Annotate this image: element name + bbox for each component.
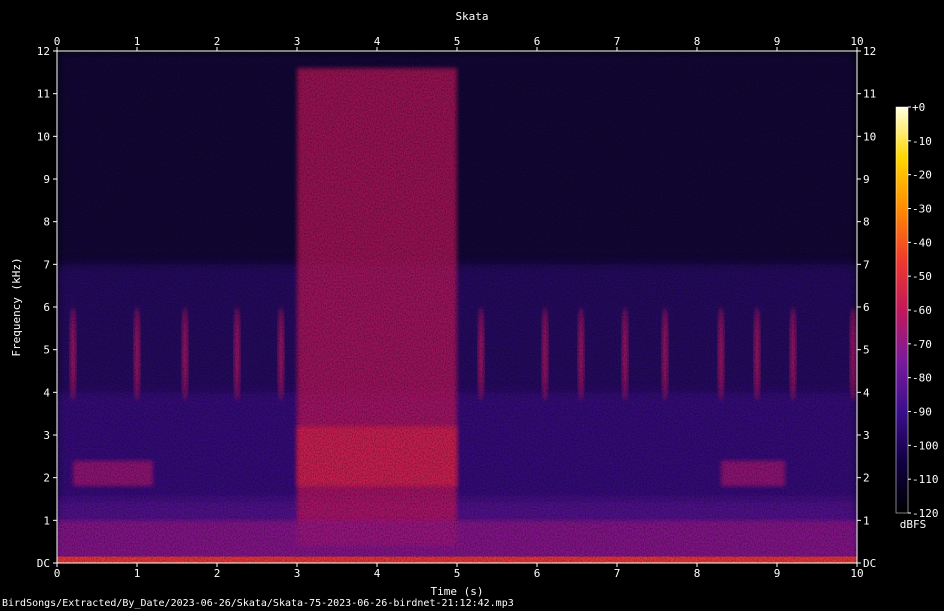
chart-title: Skata <box>455 10 488 23</box>
y-tick-label: DC <box>37 557 50 570</box>
x-tick-label-top: 0 <box>54 35 61 48</box>
x-tick-label-top: 1 <box>134 35 141 48</box>
x-tick-label-top: 5 <box>454 35 461 48</box>
colorbar-tick-label: -100 <box>912 439 939 452</box>
y-tick-label-right: 12 <box>863 45 876 58</box>
colorbar-tick-label: -80 <box>912 372 932 385</box>
colorbar-tick-label: -50 <box>912 270 932 283</box>
x-tick-label-top: 4 <box>374 35 381 48</box>
x-tick-label: 5 <box>454 567 461 580</box>
y-tick-label-right: 7 <box>863 258 870 271</box>
x-tick-label: 4 <box>374 567 381 580</box>
x-tick-label-top: 6 <box>534 35 541 48</box>
y-tick-label-right: 5 <box>863 344 870 357</box>
x-tick-label: 8 <box>694 567 701 580</box>
colorbar-tick-label: -10 <box>912 135 932 148</box>
y-tick-label: 6 <box>43 301 50 314</box>
y-tick-label-right: 2 <box>863 472 870 485</box>
y-tick-label-right: 1 <box>863 514 870 527</box>
spectrogram-figure: Skata 001122334455667788991010 DC DC1 12 23… <box>10 10 939 598</box>
y-tick-label: 4 <box>43 386 50 399</box>
y-tick-label: 7 <box>43 258 50 271</box>
x-tick-label-top: 3 <box>294 35 301 48</box>
colorbar-tick-label: -110 <box>912 473 939 486</box>
y-tick-label: 12 <box>37 45 50 58</box>
colorbar <box>895 106 909 514</box>
x-tick-label-top: 9 <box>774 35 781 48</box>
colorbar-tick-label: -30 <box>912 203 932 216</box>
y-tick-label-right: 9 <box>863 173 870 186</box>
y-tick-label-right: DC <box>863 557 876 570</box>
spectrogram-plot-area <box>57 51 857 563</box>
colorbar-label: dBFS <box>900 518 927 531</box>
y-tick-label: 1 <box>43 514 50 527</box>
noise-texture <box>57 51 857 563</box>
x-tick-label-top: 8 <box>694 35 701 48</box>
source-file-path: BirdSongs/Extracted/By_Date/2023-06-26/S… <box>2 598 514 609</box>
y-tick-label-right: 4 <box>863 386 870 399</box>
y-tick-label-right: 8 <box>863 216 870 229</box>
colorbar-tick-label: +0 <box>912 101 925 114</box>
y-tick-label: 9 <box>43 173 50 186</box>
x-tick-label: 9 <box>774 567 781 580</box>
x-tick-label: 1 <box>134 567 141 580</box>
colorbar-tick-label: -90 <box>912 406 932 419</box>
x-tick-label: 7 <box>614 567 621 580</box>
colorbar-tick-label: -40 <box>912 236 932 249</box>
colorbar-tick-label: -70 <box>912 338 932 351</box>
x-axis-label: Time (s) <box>431 585 484 598</box>
x-tick-label: 3 <box>294 567 301 580</box>
y-tick-label-right: 3 <box>863 429 870 442</box>
colorbar-tick-label: -60 <box>912 304 932 317</box>
y-tick-label-right: 6 <box>863 301 870 314</box>
y-tick-label: 8 <box>43 216 50 229</box>
y-tick-label-right: 11 <box>863 88 876 101</box>
y-tick-label-right: 10 <box>863 130 876 143</box>
y-tick-label: 3 <box>43 429 50 442</box>
x-tick-label-top: 7 <box>614 35 621 48</box>
x-tick-label: 10 <box>850 567 863 580</box>
x-tick-label: 0 <box>54 567 61 580</box>
colorbar-tick-label: -20 <box>912 169 932 182</box>
y-tick-label: 5 <box>43 344 50 357</box>
y-tick-label: 10 <box>37 130 50 143</box>
x-tick-label: 2 <box>214 567 221 580</box>
x-tick-label-top: 10 <box>850 35 863 48</box>
x-tick-label-top: 2 <box>214 35 221 48</box>
y-tick-label: 2 <box>43 472 50 485</box>
x-tick-label: 6 <box>534 567 541 580</box>
y-tick-label: 11 <box>37 88 50 101</box>
y-axis-label: Frequency (kHz) <box>10 257 23 356</box>
